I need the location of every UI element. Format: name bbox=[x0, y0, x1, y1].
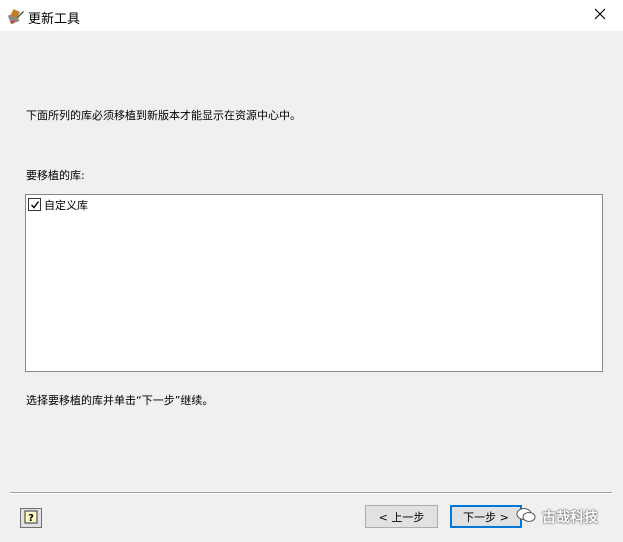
wechat-icon bbox=[516, 507, 536, 527]
library-list[interactable]: 自定义库 bbox=[25, 194, 603, 372]
library-checkbox[interactable] bbox=[28, 198, 41, 211]
intro-text: 下面所列的库必须移植到新版本才能显示在资源中心中。 bbox=[26, 109, 301, 122]
library-item-label: 自定义库 bbox=[44, 198, 88, 212]
hint-text: 选择要移植的库并单击“下一步”继续。 bbox=[26, 394, 214, 407]
footer-divider bbox=[10, 492, 612, 494]
watermark: 古哉科技 bbox=[516, 502, 598, 532]
update-tool-icon bbox=[7, 7, 25, 25]
svg-text:?: ? bbox=[28, 513, 34, 524]
library-list-label: 要移植的库: bbox=[26, 169, 85, 182]
checkmark-icon bbox=[30, 200, 39, 209]
close-button[interactable] bbox=[577, 0, 623, 31]
back-button[interactable]: < 上一步 bbox=[365, 505, 438, 528]
watermark-text: 古哉科技 bbox=[542, 510, 598, 526]
title-bar: 更新工具 bbox=[0, 0, 623, 31]
help-button[interactable]: ? bbox=[20, 508, 42, 528]
window-title: 更新工具 bbox=[28, 12, 81, 27]
next-button[interactable]: 下一步 > bbox=[450, 505, 522, 528]
close-icon bbox=[594, 8, 606, 23]
list-item[interactable]: 自定义库 bbox=[28, 197, 88, 212]
help-icon: ? bbox=[24, 510, 38, 527]
